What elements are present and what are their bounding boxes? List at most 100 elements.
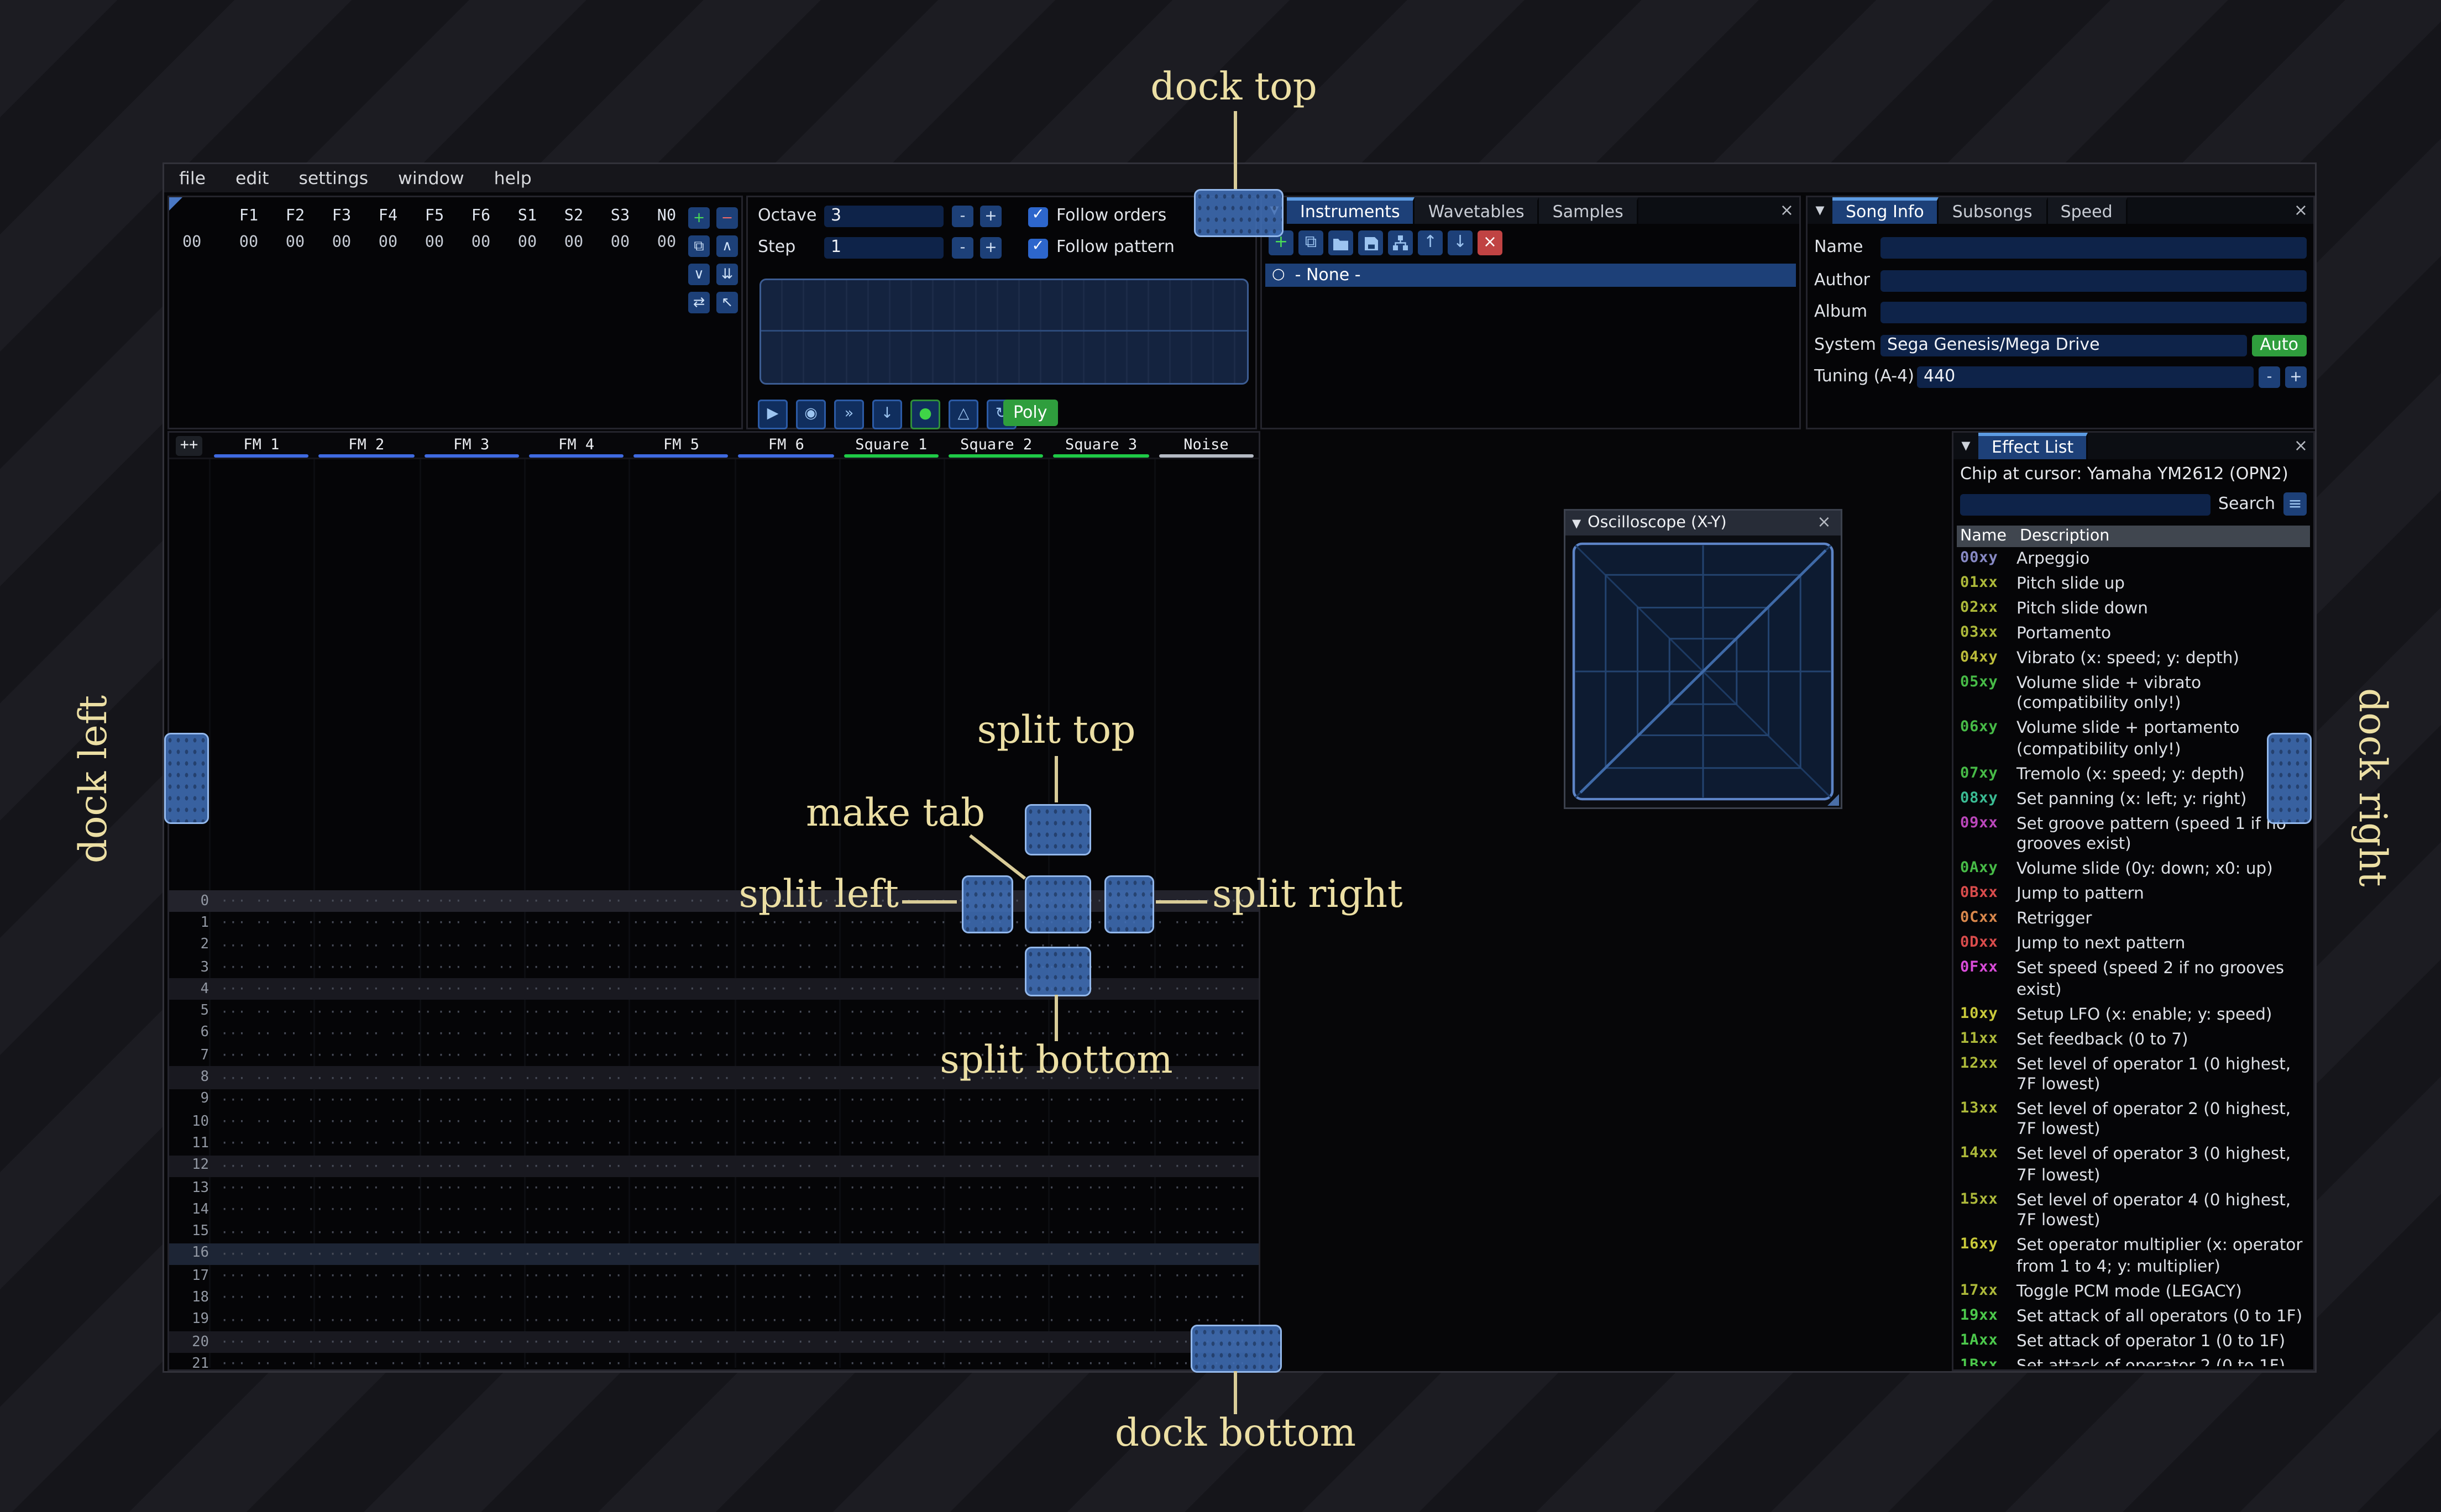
- step-input[interactable]: 1: [824, 237, 944, 259]
- piano-keyboard[interactable]: [759, 279, 1249, 385]
- pattern-cell[interactable]: ··· ·· ·· ····: [758, 1203, 867, 1217]
- pattern-cell[interactable]: ··· ·· ·· ····: [867, 1004, 975, 1019]
- dock-indicator-bottom[interactable]: [1191, 1325, 1282, 1373]
- remove-button[interactable]: −: [716, 207, 738, 229]
- tab-song-info[interactable]: Song Info: [1832, 197, 1939, 224]
- pattern-cell[interactable]: ··· ·· ·· ····: [758, 1158, 867, 1173]
- pattern-cell[interactable]: ··· ·· ·· ····: [326, 1180, 434, 1195]
- pattern-cell[interactable]: ··· ·· ·· ····: [975, 1269, 1083, 1284]
- pattern-cell[interactable]: ··· ·· ·· ····: [1192, 1114, 1259, 1129]
- pattern-cell[interactable]: ··· ·· ·· ····: [542, 894, 651, 909]
- follow-pattern-checkbox[interactable]: ✓: [1028, 238, 1048, 258]
- pattern-cell[interactable]: ··· ·· ·· ····: [217, 960, 326, 975]
- pattern-cell[interactable]: ··· ·· ·· ····: [758, 916, 867, 931]
- pattern-cell[interactable]: ··· ·· ·· ····: [326, 1158, 434, 1173]
- pattern-cell[interactable]: ··· ·· ·· ····: [434, 1136, 542, 1151]
- tab-subsongs[interactable]: Subsongs: [1939, 197, 2047, 224]
- pattern-cell[interactable]: ··· ·· ·· ····: [434, 1269, 542, 1284]
- metronome-button[interactable]: △: [949, 400, 978, 429]
- pattern-cell[interactable]: ··· ·· ·· ····: [867, 1269, 975, 1284]
- pattern-cell[interactable]: ··· ·· ·· ····: [651, 960, 759, 975]
- pattern-cell[interactable]: ··· ·· ·· ····: [758, 1114, 867, 1129]
- pattern-cell[interactable]: ··· ·· ·· ····: [217, 1269, 326, 1284]
- pattern-cell[interactable]: ··· ·· ·· ····: [1083, 1158, 1192, 1173]
- pattern-cell[interactable]: ··· ·· ·· ····: [1083, 1092, 1192, 1107]
- pattern-cell[interactable]: ··· ·· ·· ····: [651, 1225, 759, 1240]
- split-indicator-bottom[interactable]: [1025, 947, 1091, 996]
- cursor-mode-button[interactable]: ↖: [716, 292, 738, 313]
- pattern-cell[interactable]: ··· ·· ·· ····: [326, 960, 434, 975]
- octave-increase-button[interactable]: +: [980, 206, 1002, 227]
- close-icon[interactable]: ×: [2288, 197, 2313, 224]
- pattern-cell[interactable]: ··· ·· ·· ····: [758, 1247, 867, 1262]
- pattern-cell[interactable]: ··· ·· ·· ····: [758, 1269, 867, 1284]
- pattern-cell[interactable]: ··· ·· ·· ····: [1083, 1180, 1192, 1195]
- pattern-cell[interactable]: ··· ·· ·· ····: [758, 1092, 867, 1107]
- step-row-button[interactable]: ↓: [872, 400, 902, 429]
- pattern-cell[interactable]: ··· ·· ·· ····: [1083, 1290, 1192, 1305]
- save-instrument-button[interactable]: [1358, 230, 1383, 255]
- octave-down-button[interactable]: ∨: [688, 264, 710, 285]
- tuning-decrease-button[interactable]: -: [2259, 366, 2280, 388]
- pattern-cell[interactable]: ··· ·· ·· ····: [867, 1335, 975, 1350]
- pattern-cell[interactable]: ··· ·· ·· ····: [434, 1004, 542, 1019]
- pattern-cell[interactable]: ··· ·· ·· ····: [217, 894, 326, 909]
- pattern-cell[interactable]: ··· ·· ·· ····: [542, 960, 651, 975]
- pattern-cell[interactable]: ··· ·· ·· ····: [542, 1004, 651, 1019]
- play-from-cursor-button[interactable]: »: [834, 400, 864, 429]
- pattern-cell[interactable]: ··· ·· ·· ····: [975, 1313, 1083, 1327]
- pattern-cell[interactable]: ··· ·· ·· ····: [758, 1026, 867, 1041]
- pattern-cell[interactable]: ··· ·· ·· ····: [1192, 1026, 1259, 1041]
- pad-value-cell[interactable]: 00: [272, 234, 318, 252]
- pattern-cell[interactable]: ··· ·· ·· ····: [651, 1114, 759, 1129]
- step-increase-button[interactable]: +: [980, 237, 1002, 259]
- pattern-cell[interactable]: ··· ·· ·· ····: [975, 1290, 1083, 1305]
- pattern-cell[interactable]: ··· ·· ·· ····: [434, 1357, 542, 1369]
- pattern-cell[interactable]: ··· ·· ·· ····: [326, 1048, 434, 1063]
- pattern-cell[interactable]: ··· ·· ·· ····: [1083, 1136, 1192, 1151]
- pattern-cell[interactable]: ··· ·· ·· ····: [867, 916, 975, 931]
- pattern-cell[interactable]: ··· ·· ·· ····: [651, 1269, 759, 1284]
- album-input[interactable]: [1880, 302, 2307, 323]
- octave-up-button[interactable]: ∧: [716, 235, 738, 257]
- pattern-cell[interactable]: ··· ·· ·· ····: [867, 1092, 975, 1107]
- pattern-cell[interactable]: ··· ·· ·· ····: [542, 938, 651, 953]
- pattern-cell[interactable]: ··· ·· ·· ····: [1192, 960, 1259, 975]
- pattern-cell[interactable]: ··· ·· ·· ····: [542, 1313, 651, 1327]
- pattern-cell[interactable]: ··· ·· ·· ····: [434, 916, 542, 931]
- pattern-cell[interactable]: ··· ·· ·· ····: [867, 1225, 975, 1240]
- pattern-cell[interactable]: ··· ·· ·· ····: [1083, 1114, 1192, 1129]
- pattern-cell[interactable]: ··· ·· ·· ····: [1192, 1092, 1259, 1107]
- pattern-cell[interactable]: ··· ·· ·· ····: [867, 1136, 975, 1151]
- channel-header-square-2[interactable]: Square 2: [944, 433, 1049, 458]
- pattern-cell[interactable]: ··· ·· ·· ····: [1192, 1070, 1259, 1085]
- tuning-input[interactable]: 440: [1917, 366, 2254, 388]
- pattern-cell[interactable]: ··· ·· ·· ····: [217, 938, 326, 953]
- pad-value-cell[interactable]: 00: [226, 234, 272, 252]
- pattern-cell[interactable]: ··· ·· ·· ····: [867, 1180, 975, 1195]
- pattern-cell[interactable]: ··· ·· ·· ····: [217, 1136, 326, 1151]
- pad-value-cell[interactable]: 00: [551, 234, 597, 252]
- pattern-cell[interactable]: ··· ·· ·· ····: [217, 1114, 326, 1129]
- pattern-cell[interactable]: ··· ·· ·· ····: [1192, 1180, 1259, 1195]
- pattern-cell[interactable]: ··· ·· ·· ····: [434, 894, 542, 909]
- pattern-cell[interactable]: ··· ·· ·· ····: [326, 1004, 434, 1019]
- pattern-cell[interactable]: ··· ·· ·· ····: [217, 1313, 326, 1327]
- pattern-cell[interactable]: ··· ·· ·· ····: [326, 1357, 434, 1369]
- pattern-cell[interactable]: ··· ·· ·· ····: [217, 1203, 326, 1217]
- pattern-cell[interactable]: ··· ·· ·· ····: [651, 1070, 759, 1085]
- record-button[interactable]: ●: [910, 400, 940, 429]
- pattern-cell[interactable]: ··· ·· ·· ····: [434, 1092, 542, 1107]
- pad-value-cell[interactable]: 00: [643, 234, 690, 252]
- pattern-cell[interactable]: ··· ·· ·· ····: [1083, 1004, 1192, 1019]
- pattern-cell[interactable]: ··· ·· ·· ····: [975, 1092, 1083, 1107]
- pattern-cell[interactable]: ··· ·· ·· ····: [651, 1092, 759, 1107]
- channel-header-noise[interactable]: Noise: [1154, 433, 1259, 458]
- close-icon[interactable]: ×: [2288, 433, 2313, 459]
- pattern-cell[interactable]: ··· ·· ·· ····: [867, 1203, 975, 1217]
- pattern-cell[interactable]: ··· ·· ·· ····: [542, 1180, 651, 1195]
- pattern-cell[interactable]: ··· ·· ·· ····: [217, 1247, 326, 1262]
- channel-header-fm-6[interactable]: FM 6: [734, 433, 839, 458]
- pattern-cell[interactable]: ··· ·· ·· ····: [1192, 1247, 1259, 1262]
- pattern-cell[interactable]: ··· ·· ·· ····: [542, 1335, 651, 1350]
